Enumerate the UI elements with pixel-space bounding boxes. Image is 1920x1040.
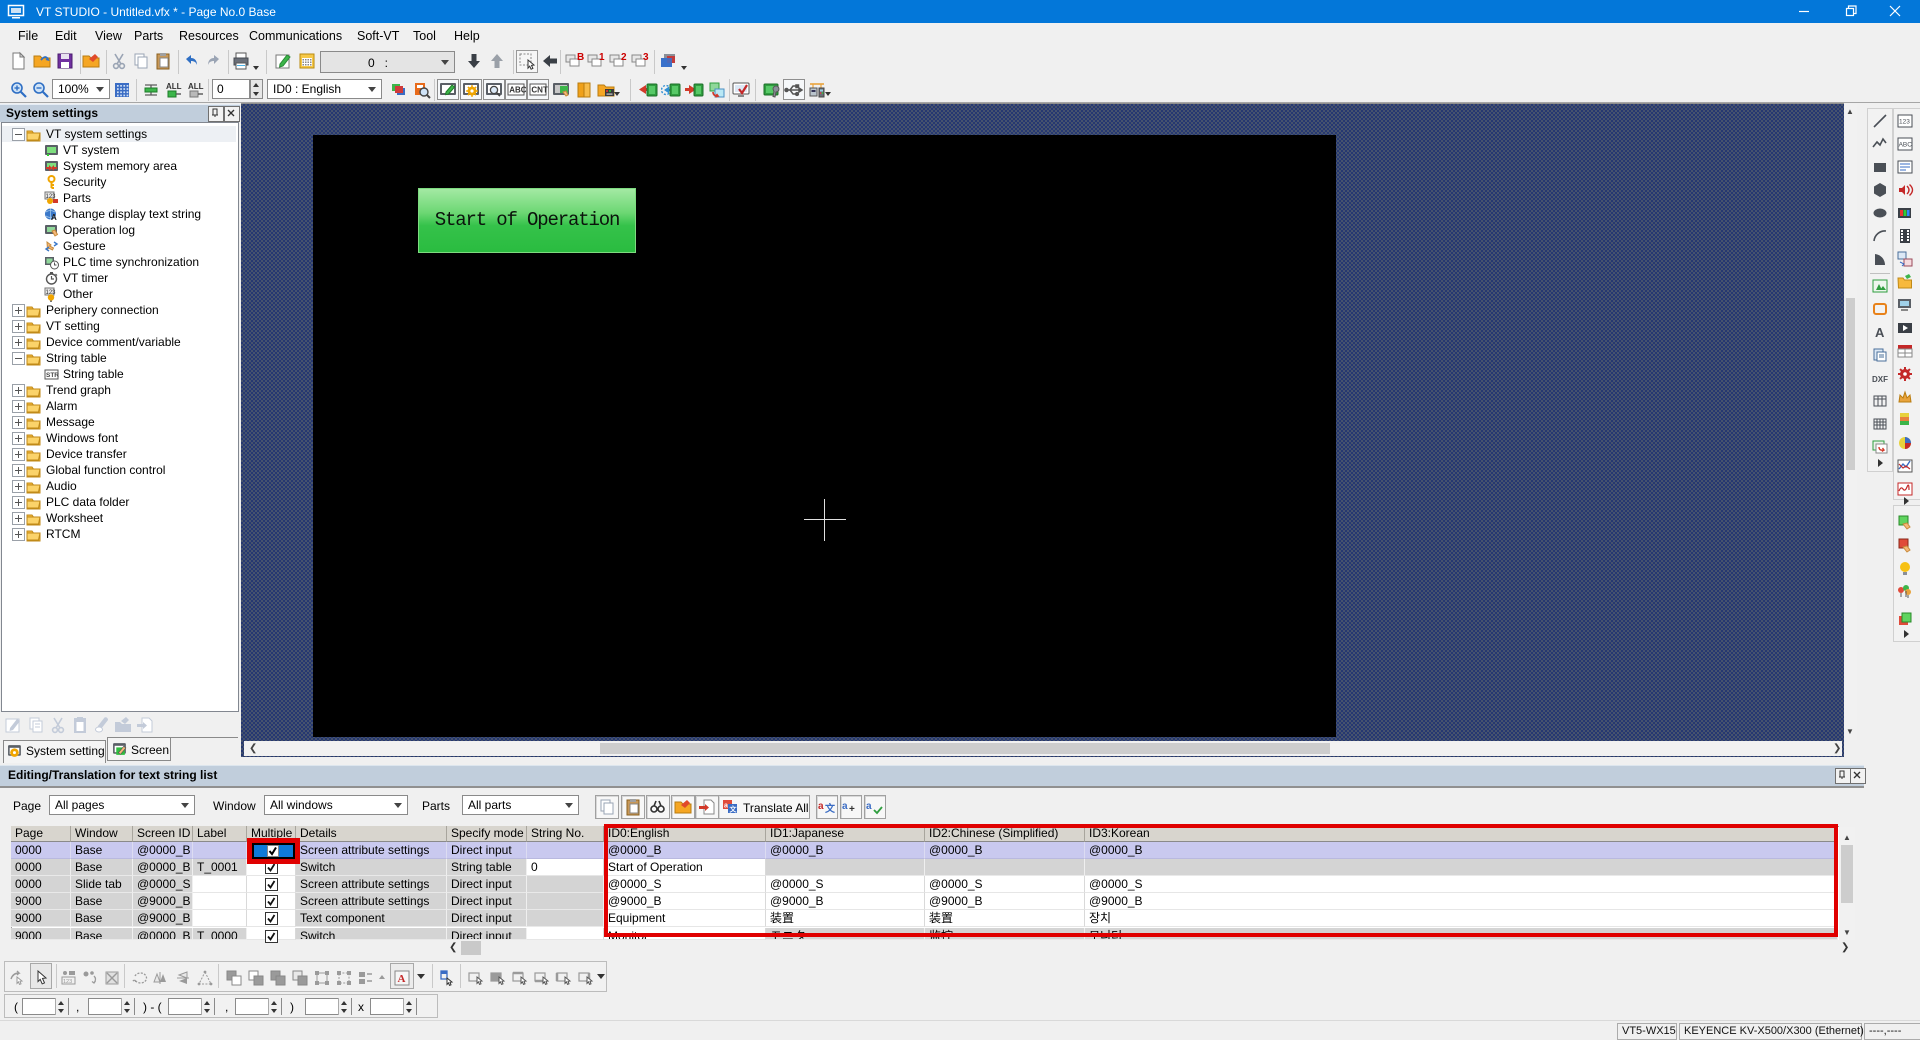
svg-text:3: 3 bbox=[643, 52, 649, 63]
svg-text:a: a bbox=[866, 801, 872, 812]
svg-text:1: 1 bbox=[599, 52, 605, 63]
svg-text:123: 123 bbox=[63, 979, 72, 985]
svg-text:文: 文 bbox=[730, 805, 738, 814]
svg-text:ABC: ABC bbox=[1899, 142, 1913, 149]
svg-text:ALL: ALL bbox=[188, 82, 204, 91]
svg-text:CNT: CNT bbox=[531, 86, 548, 95]
svg-text:STR: STR bbox=[46, 372, 59, 379]
svg-text:123: 123 bbox=[1899, 119, 1910, 126]
svg-text:文: 文 bbox=[825, 802, 836, 815]
svg-text:a: a bbox=[842, 801, 848, 812]
svg-text:+: + bbox=[849, 804, 855, 815]
svg-text:ALL: ALL bbox=[166, 82, 182, 91]
svg-text:A: A bbox=[398, 973, 406, 985]
svg-text:2: 2 bbox=[621, 52, 627, 63]
svg-text:B: B bbox=[577, 52, 584, 63]
svg-text:a: a bbox=[724, 803, 728, 810]
svg-text:DXF: DXF bbox=[1872, 375, 1888, 384]
svg-text:ABC: ABC bbox=[509, 86, 526, 95]
svg-text:A: A bbox=[51, 213, 57, 222]
svg-text:a: a bbox=[818, 801, 824, 812]
svg-text:A: A bbox=[1875, 325, 1885, 340]
